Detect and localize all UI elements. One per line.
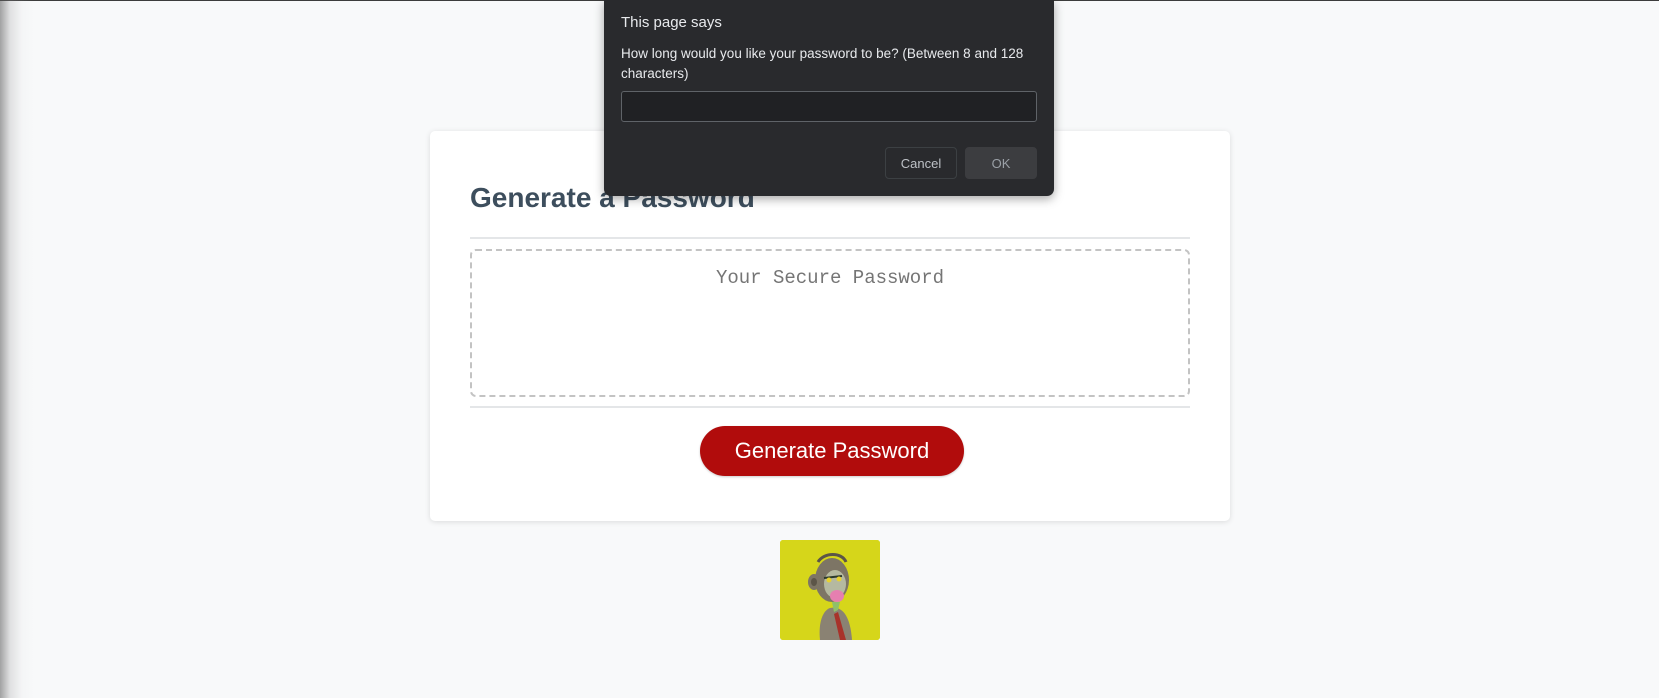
window-edge-shadow bbox=[0, 0, 34, 698]
generate-password-button[interactable]: Generate Password bbox=[700, 426, 964, 476]
card-header-divider bbox=[470, 237, 1190, 239]
ape-avatar-icon bbox=[780, 540, 880, 640]
dialog-message: How long would you like your password to… bbox=[621, 46, 1024, 81]
password-length-input[interactable] bbox=[621, 91, 1037, 122]
ok-button[interactable]: OK bbox=[965, 147, 1037, 179]
password-output-field[interactable] bbox=[470, 249, 1190, 397]
dialog-title: This page says bbox=[621, 14, 722, 31]
prompt-dialog: This page says How long would you like y… bbox=[604, 0, 1054, 196]
card-footer-divider bbox=[470, 406, 1190, 408]
cancel-button[interactable]: Cancel bbox=[885, 147, 957, 179]
ape-avatar-graphic bbox=[780, 540, 880, 640]
